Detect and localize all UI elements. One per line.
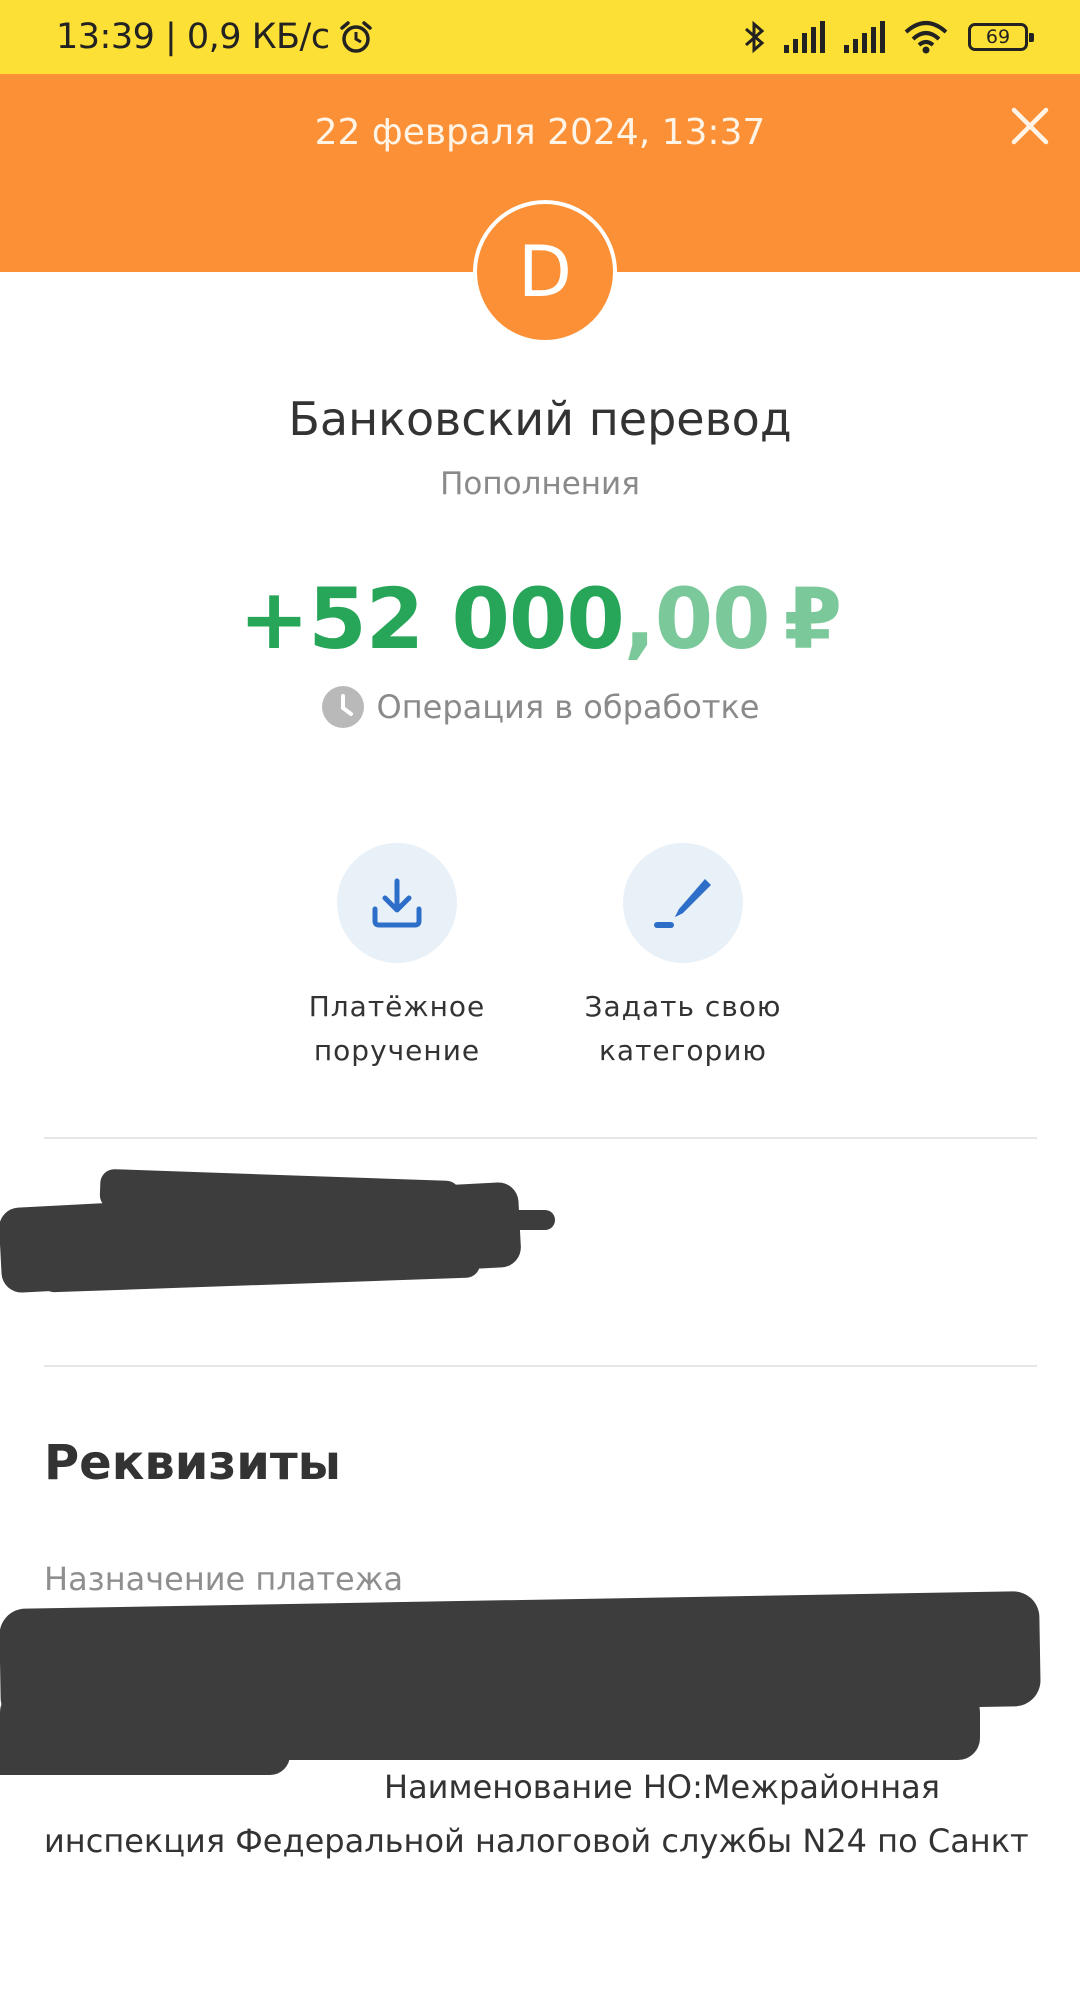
close-icon bbox=[1011, 107, 1049, 145]
set-category-label: Задать свою категорию bbox=[583, 985, 783, 1073]
amount-fraction: ,00 bbox=[623, 570, 771, 668]
transaction-category[interactable]: Пополнения bbox=[0, 466, 1080, 502]
close-button[interactable] bbox=[1006, 102, 1054, 150]
purpose-line-1: Наименование НО:Межрайонная bbox=[384, 1768, 940, 1806]
payment-order-circle[interactable] bbox=[337, 843, 457, 963]
status-right: 69 bbox=[740, 19, 1034, 55]
wifi-icon bbox=[904, 21, 948, 54]
payment-purpose-label: Назначение платежа bbox=[44, 1560, 404, 1598]
payment-order-line2: поручение bbox=[313, 1034, 481, 1067]
battery-level: 69 bbox=[985, 26, 1011, 48]
operation-status: Операция в обработке bbox=[0, 685, 1080, 729]
operation-status-text: Операция в обработке bbox=[376, 688, 760, 726]
payment-order-line1: Платёжное bbox=[308, 990, 486, 1023]
payment-order-label: Платёжное поручение bbox=[297, 985, 497, 1073]
status-left: 13:39 | 0,9 КБ/с bbox=[56, 17, 374, 57]
header-date: 22 февраля 2024, 13:37 bbox=[314, 112, 766, 153]
avatar-letter: D bbox=[518, 231, 572, 313]
transaction-amount: +52 000,00 ₽ bbox=[0, 570, 1080, 668]
payment-purpose-value: Наименование НО:Межрайонная инспекция Фе… bbox=[44, 1760, 1044, 1868]
payment-order-button[interactable]: Платёжное поручение bbox=[297, 843, 497, 1073]
bluetooth-icon bbox=[745, 20, 765, 54]
signal-icon-2 bbox=[844, 21, 885, 53]
requisites-title: Реквизиты bbox=[44, 1435, 342, 1491]
amount-currency: ₽ bbox=[783, 570, 842, 668]
divider-bottom bbox=[44, 1365, 1037, 1367]
pencil-icon bbox=[654, 879, 711, 928]
signal-icon bbox=[784, 21, 825, 53]
alarm-icon bbox=[339, 21, 372, 53]
set-category-button[interactable]: Задать свою категорию bbox=[583, 843, 783, 1073]
purpose-line-2: инспекция Федеральной налоговой службы N… bbox=[44, 1822, 1029, 1860]
download-icon bbox=[372, 878, 422, 928]
status-bar: 13:39 | 0,9 КБ/с 69 bbox=[0, 0, 1080, 74]
clock-icon bbox=[321, 686, 364, 728]
battery-indicator: 69 bbox=[968, 23, 1034, 51]
set-category-line2: категорию bbox=[599, 1034, 767, 1067]
set-category-circle[interactable] bbox=[623, 843, 743, 963]
status-time-speed: 13:39 | 0,9 КБ/с bbox=[56, 17, 330, 57]
avatar: D bbox=[473, 200, 617, 344]
transaction-title: Банковский перевод bbox=[288, 392, 792, 446]
divider-top bbox=[44, 1137, 1037, 1139]
set-category-line1: Задать свою bbox=[584, 990, 782, 1023]
amount-main: +52 000 bbox=[238, 570, 625, 668]
